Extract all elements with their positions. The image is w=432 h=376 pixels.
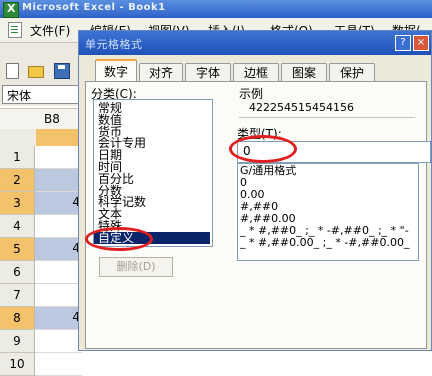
tab-protection[interactable]: 保护 — [329, 63, 375, 82]
help-button[interactable]: ? — [395, 35, 411, 51]
cell[interactable] — [35, 330, 82, 353]
close-button[interactable]: × — [413, 35, 429, 51]
row-header[interactable]: 7 — [0, 284, 35, 307]
delete-button[interactable]: 删除(D) — [99, 257, 173, 277]
cell[interactable] — [35, 284, 82, 307]
toolbar-spacer — [0, 43, 82, 60]
sample-value: 422254515454156 — [249, 101, 354, 114]
font-name: 宋体 — [7, 89, 32, 103]
standard-toolbar — [0, 60, 82, 83]
sample-label: 示例 — [239, 87, 264, 101]
formula-bar: B8 — [0, 108, 82, 130]
row-header[interactable]: 10 — [0, 353, 35, 376]
cell[interactable]: 4 — [35, 192, 82, 215]
cell[interactable]: 4 — [35, 307, 82, 330]
cell[interactable] — [35, 261, 82, 284]
new-document-icon[interactable] — [6, 63, 19, 79]
category-item[interactable]: 百分比 — [98, 173, 134, 185]
format-list-scrollbar[interactable] — [418, 164, 419, 260]
name-box[interactable]: B8 — [0, 109, 82, 129]
cell[interactable] — [35, 169, 82, 192]
row-header[interactable]: 6 — [0, 261, 35, 284]
row-header[interactable]: 8 — [0, 307, 35, 330]
category-list[interactable]: 常规 数值 货币 会计专用 日期 时间 百分比 分数 科学记数 文本 特殊 自定义 — [93, 99, 213, 247]
tab-patterns[interactable]: 图案 — [281, 63, 327, 82]
cell[interactable] — [35, 353, 82, 376]
cell[interactable] — [35, 215, 82, 238]
custom-annotation-circle — [85, 227, 153, 251]
open-folder-icon[interactable] — [28, 66, 44, 78]
workbook-icon[interactable] — [8, 22, 22, 38]
dialog-tabs: 数字 对齐 字体 边框 图案 保护 — [79, 57, 431, 83]
column-header-b[interactable] — [36, 129, 82, 146]
dialog-title: 单元格格式 — [85, 38, 143, 51]
save-icon[interactable] — [54, 63, 70, 79]
formatting-toolbar: 宋体 — [0, 82, 82, 106]
tab-alignment[interactable]: 对齐 — [139, 63, 183, 82]
tab-border[interactable]: 边框 — [233, 63, 279, 82]
format-code-item[interactable]: _ * #,##0.00_ ;_ * -#,##0.00_ — [240, 237, 409, 249]
font-name-box[interactable]: 宋体 — [2, 85, 80, 104]
type-annotation-circle — [229, 135, 297, 163]
tab-font[interactable]: 字体 — [185, 63, 231, 82]
format-code-item[interactable]: G/通用格式 — [240, 165, 296, 177]
excel-app-icon: X — [3, 2, 19, 18]
row-header[interactable]: 9 — [0, 330, 35, 353]
format-code-list[interactable]: G/通用格式 0 0.00 #,##0 #,##0.00 _ * #,##0_ ;_ * … — [237, 163, 419, 261]
sample-divider — [239, 117, 415, 118]
tab-number[interactable]: 数字 — [95, 59, 137, 83]
row-header[interactable]: 1 — [0, 146, 35, 169]
row-header[interactable]: 3 — [0, 192, 35, 215]
cell[interactable] — [35, 146, 82, 169]
category-item[interactable]: 数值 — [98, 114, 122, 126]
cell[interactable]: 4 — [35, 238, 82, 261]
excel-window-title: Microsoft Excel - Book1 — [22, 2, 166, 13]
dialog-title-bar: 单元格格式 ? × — [79, 31, 431, 55]
row-header[interactable]: 5 — [0, 238, 35, 261]
menu-file[interactable]: 文件(F) — [30, 22, 70, 39]
name-box-value: B8 — [44, 112, 60, 126]
row-header[interactable]: 2 — [0, 169, 35, 192]
excel-title-bar: X Microsoft Excel - Book1 — [0, 0, 432, 18]
row-header[interactable]: 4 — [0, 215, 35, 238]
format-cells-dialog: 单元格格式 ? × 数字 对齐 字体 边框 图案 保护 分类(C): 常规 数值货… — [78, 30, 432, 351]
